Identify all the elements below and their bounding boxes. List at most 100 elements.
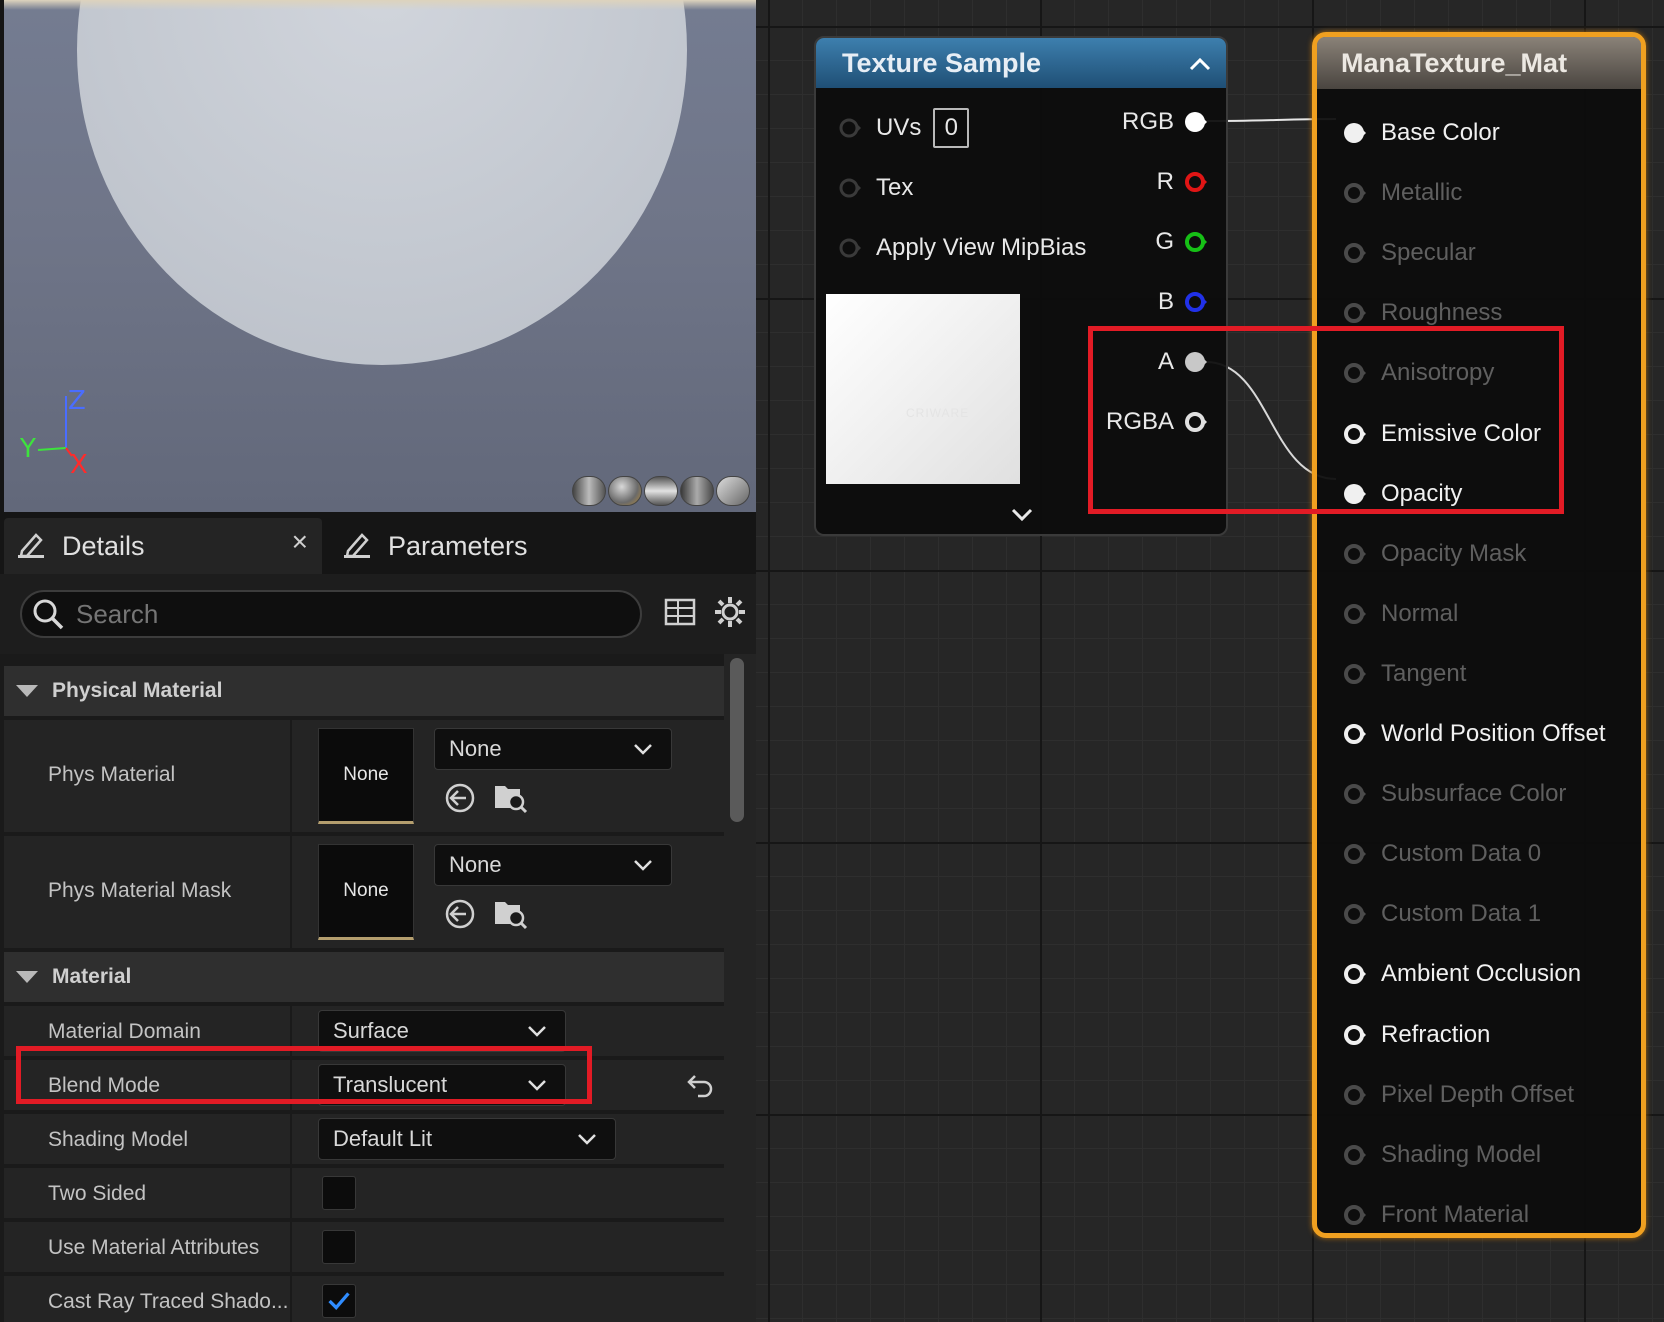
two-sided-checkbox[interactable] bbox=[322, 1176, 356, 1210]
output-pin-icon[interactable] bbox=[1184, 110, 1208, 134]
browse-folder-icon[interactable] bbox=[492, 894, 528, 930]
input-pin-icon[interactable] bbox=[1343, 1083, 1367, 1107]
tab-parameters[interactable]: Parameters bbox=[330, 518, 630, 574]
material-pin-row[interactable]: Specular bbox=[1343, 239, 1476, 267]
reset-to-default-icon[interactable] bbox=[686, 1072, 714, 1098]
input-pin-icon[interactable] bbox=[1343, 301, 1367, 325]
output-pin-icon[interactable] bbox=[1184, 290, 1208, 314]
input-pin-icon[interactable] bbox=[1343, 542, 1367, 566]
row-divider bbox=[290, 720, 292, 832]
cube-icon[interactable] bbox=[680, 476, 714, 506]
use-material-attributes-checkbox[interactable] bbox=[322, 1230, 356, 1264]
chevron-up-icon[interactable] bbox=[1188, 52, 1212, 76]
material-pin-row[interactable]: Roughness bbox=[1343, 299, 1502, 327]
gear-icon[interactable] bbox=[712, 594, 748, 630]
pin-label: Roughness bbox=[1381, 299, 1503, 327]
uv-index-field[interactable]: 0 bbox=[933, 108, 970, 148]
output-g[interactable]: G bbox=[1155, 228, 1208, 256]
texture-sample-header[interactable]: Texture Sample bbox=[816, 38, 1226, 88]
use-selected-icon[interactable] bbox=[442, 896, 478, 932]
pin-label: Custom Data 1 bbox=[1381, 900, 1542, 928]
close-icon[interactable]: × bbox=[292, 526, 308, 558]
input-tex[interactable]: Tex bbox=[838, 174, 913, 202]
texture-preview-thumbnail[interactable]: CRIWARE bbox=[826, 294, 1020, 484]
output-pin-icon[interactable] bbox=[1184, 170, 1208, 194]
material-pin-row[interactable]: Front Material bbox=[1343, 1201, 1529, 1229]
material-pin-row[interactable]: World Position Offset bbox=[1343, 720, 1606, 748]
mesh-icon[interactable] bbox=[716, 476, 750, 506]
output-pin-icon[interactable] bbox=[1184, 230, 1208, 254]
output-rgb[interactable]: RGB bbox=[1122, 108, 1208, 136]
row-divider bbox=[290, 1114, 292, 1164]
pin-label: Metallic bbox=[1381, 179, 1463, 207]
input-pin-icon[interactable] bbox=[1343, 1203, 1367, 1227]
cast-ray-traced-shadows-checkbox[interactable] bbox=[322, 1284, 356, 1318]
input-pin-icon[interactable] bbox=[1343, 1023, 1367, 1047]
plane-icon[interactable] bbox=[644, 476, 678, 506]
pin-label: Base Color bbox=[1381, 119, 1500, 146]
input-pin-icon[interactable] bbox=[838, 236, 862, 260]
input-pin-icon[interactable] bbox=[1343, 962, 1367, 986]
search-box[interactable] bbox=[20, 590, 642, 638]
input-pin-icon[interactable] bbox=[1343, 662, 1367, 686]
material-pin-row[interactable]: Custom Data 0 bbox=[1343, 840, 1541, 868]
input-pin-icon[interactable] bbox=[838, 116, 862, 140]
input-apply-view-mipbias[interactable]: Apply View MipBias bbox=[838, 234, 1086, 262]
phys-material-thumbnail[interactable]: None bbox=[318, 728, 414, 824]
pin-label: Tex bbox=[876, 174, 914, 201]
tab-details[interactable]: Details × bbox=[4, 518, 322, 574]
category-material[interactable]: Material bbox=[4, 952, 724, 1002]
material-result-node[interactable]: ManaTexture_Mat Base Color Metallic Specul… bbox=[1312, 32, 1646, 1238]
node-title: ManaTexture_Mat bbox=[1341, 47, 1568, 78]
browse-folder-icon[interactable] bbox=[492, 778, 528, 814]
material-pin-row[interactable]: Tangent bbox=[1343, 660, 1466, 688]
material-preview-viewport[interactable]: Z Y X bbox=[4, 0, 756, 512]
axis-gizmo bbox=[37, 396, 73, 457]
material-pin-row[interactable]: Pixel Depth Offset bbox=[1343, 1081, 1574, 1109]
table-view-icon[interactable] bbox=[662, 594, 698, 630]
phys-material-mask-combo[interactable]: None bbox=[434, 844, 672, 886]
row-label: Phys Material bbox=[48, 763, 176, 786]
details-scrollbar[interactable] bbox=[730, 658, 744, 822]
phys-material-mask-thumbnail[interactable]: None bbox=[318, 844, 414, 940]
input-pin-icon[interactable] bbox=[1343, 602, 1367, 626]
material-pin-row[interactable]: Custom Data 1 bbox=[1343, 900, 1541, 928]
row-shading-model: Shading Model Default Lit bbox=[4, 1114, 724, 1164]
checkmark-icon bbox=[328, 1292, 350, 1311]
output-r[interactable]: R bbox=[1157, 168, 1208, 196]
node-title: Texture Sample bbox=[842, 47, 1042, 78]
row-label: Shading Model bbox=[48, 1128, 189, 1151]
search-input[interactable] bbox=[76, 598, 616, 630]
input-pin-icon[interactable] bbox=[1343, 722, 1367, 746]
material-pin-row[interactable]: Base Color bbox=[1343, 119, 1500, 147]
input-pin-icon[interactable] bbox=[1343, 782, 1367, 806]
chevron-down-icon[interactable] bbox=[1010, 506, 1034, 524]
input-pin-icon[interactable] bbox=[1343, 241, 1367, 265]
row-label: Cast Ray Traced Shado... bbox=[48, 1290, 289, 1313]
input-pin-icon[interactable] bbox=[838, 176, 862, 200]
input-pin-icon[interactable] bbox=[1343, 121, 1367, 145]
axis-y-label: Y bbox=[20, 434, 36, 464]
material-pin-row[interactable]: Metallic bbox=[1343, 179, 1462, 207]
material-pin-row[interactable]: Normal bbox=[1343, 600, 1458, 628]
input-pin-icon[interactable] bbox=[1343, 842, 1367, 866]
phys-material-combo[interactable]: None bbox=[434, 728, 672, 770]
output-b[interactable]: B bbox=[1158, 288, 1208, 316]
material-pin-row[interactable]: Opacity Mask bbox=[1343, 540, 1526, 568]
material-pin-row[interactable]: Refraction bbox=[1343, 1021, 1490, 1049]
material-pin-row[interactable]: Ambient Occlusion bbox=[1343, 960, 1581, 988]
material-node-header[interactable]: ManaTexture_Mat bbox=[1317, 37, 1641, 89]
input-uvs[interactable]: UVs 0 bbox=[838, 108, 970, 148]
cylinder-icon[interactable] bbox=[572, 476, 606, 506]
pin-label: Specular bbox=[1381, 239, 1476, 267]
category-physical-material[interactable]: Physical Material bbox=[4, 666, 724, 716]
use-selected-icon[interactable] bbox=[442, 780, 478, 816]
input-pin-icon[interactable] bbox=[1343, 181, 1367, 205]
material-pin-row[interactable]: Subsurface Color bbox=[1343, 780, 1566, 808]
shading-model-combo[interactable]: Default Lit bbox=[318, 1118, 616, 1160]
sphere-icon[interactable] bbox=[608, 476, 642, 506]
input-pin-icon[interactable] bbox=[1343, 1143, 1367, 1167]
input-pin-icon[interactable] bbox=[1343, 902, 1367, 926]
material-pin-row[interactable]: Shading Model bbox=[1343, 1141, 1541, 1169]
pin-label: Opacity Mask bbox=[1381, 539, 1527, 567]
